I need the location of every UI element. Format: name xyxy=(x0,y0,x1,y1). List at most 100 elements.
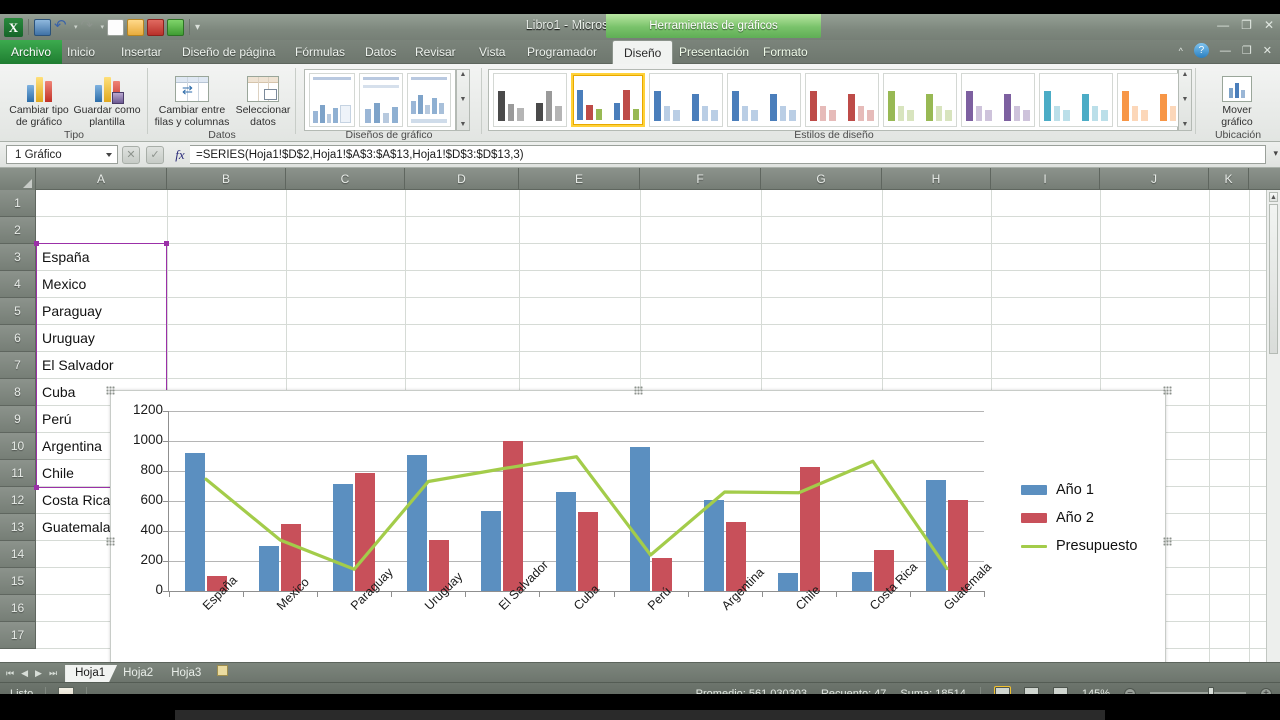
bar-ano1-Uruguay[interactable] xyxy=(407,454,428,591)
chart-style-option-4[interactable] xyxy=(727,73,801,127)
sheet-tab-hoja2[interactable]: Hoja2 xyxy=(113,665,165,682)
tab-insertar[interactable]: Insertar xyxy=(110,40,173,64)
bar-ano1-Paraguay[interactable] xyxy=(333,483,354,591)
bar-ano1-España[interactable] xyxy=(185,453,206,591)
scroll-up-icon[interactable]: ▲ xyxy=(460,71,467,79)
chart-layout-gallery[interactable] xyxy=(304,69,456,131)
window-controls[interactable]: — ❐ ✕ xyxy=(1217,18,1274,32)
chart-handle-tc[interactable] xyxy=(634,386,643,395)
column-header-E[interactable]: E xyxy=(519,168,640,190)
prev-sheet-icon[interactable]: ◀ xyxy=(21,668,28,679)
first-sheet-icon[interactable]: ⏮ xyxy=(6,668,14,679)
chart-style-option-6[interactable] xyxy=(883,73,957,127)
vertical-scroll-thumb[interactable] xyxy=(1269,204,1278,354)
insert-worksheet-button[interactable] xyxy=(209,665,242,682)
range-handle[interactable] xyxy=(34,241,39,246)
scroll-down-icon[interactable]: ▼ xyxy=(1182,96,1189,104)
ribbon-window-controls[interactable]: ^ ? — ❐ ✕ xyxy=(1179,43,1272,58)
change-chart-type-button[interactable]: Cambiar tipo de gráfico xyxy=(2,68,76,128)
row-header-1[interactable]: 1 xyxy=(0,190,36,217)
row-header-9[interactable]: 9 xyxy=(0,406,36,433)
chart-legend[interactable]: Año 1 Año 2 Presupuesto xyxy=(1021,476,1137,560)
scroll-up-icon[interactable]: ▲ xyxy=(1182,71,1189,79)
tab-archivo[interactable]: Archivo xyxy=(0,40,63,64)
row-header-6[interactable]: 6 xyxy=(0,325,36,352)
tab-formulas[interactable]: Fórmulas xyxy=(284,40,356,64)
chart-style-option-2[interactable] xyxy=(571,73,645,127)
tab-vista[interactable]: Vista xyxy=(468,40,516,64)
bar-ano1-Chile[interactable] xyxy=(777,573,798,591)
doc-close-button[interactable]: ✕ xyxy=(1263,44,1272,57)
chevron-down-icon[interactable] xyxy=(106,153,112,157)
bar-ano1-Argentina[interactable] xyxy=(703,499,724,591)
minimize-button[interactable]: — xyxy=(1217,18,1229,32)
help-icon[interactable]: ? xyxy=(1193,43,1209,58)
formula-buttons[interactable]: ✕ ✓ fx xyxy=(122,145,190,164)
select-all-button[interactable] xyxy=(0,168,36,190)
range-handle[interactable] xyxy=(164,241,169,246)
scroll-more-icon[interactable]: ▼ xyxy=(460,121,467,129)
range-handle[interactable] xyxy=(34,485,39,490)
next-sheet-icon[interactable]: ▶ xyxy=(35,668,42,679)
expand-formula-bar-icon[interactable]: ▾ xyxy=(1273,148,1278,159)
column-header-C[interactable]: C xyxy=(286,168,405,190)
tab-datos[interactable]: Datos xyxy=(354,40,407,64)
select-data-button[interactable]: Seleccionar datos xyxy=(232,68,294,128)
column-header-D[interactable]: D xyxy=(405,168,519,190)
scroll-up-icon[interactable]: ▲ xyxy=(1269,192,1278,202)
bar-ano2-Chile[interactable] xyxy=(799,466,820,591)
row-header-12[interactable]: 12 xyxy=(0,487,36,514)
insert-function-icon[interactable]: fx xyxy=(170,147,190,163)
bar-ano1-Perú[interactable] xyxy=(629,447,650,591)
column-header-H[interactable]: H xyxy=(882,168,991,190)
layout-option-3[interactable] xyxy=(407,73,451,127)
tab-diseno-pagina[interactable]: Diseño de página xyxy=(171,40,286,64)
chart-style-option-7[interactable] xyxy=(961,73,1035,127)
row-header-4[interactable]: 4 xyxy=(0,271,36,298)
move-chart-button[interactable]: Mover gráfico xyxy=(1200,68,1274,128)
bar-ano2-El Salvador[interactable] xyxy=(503,441,524,591)
legend-item-3[interactable]: Presupuesto xyxy=(1021,532,1137,560)
save-as-template-button[interactable]: Guardar como plantilla xyxy=(70,68,144,128)
row-header-11[interactable]: 11 xyxy=(0,460,36,487)
row-header-16[interactable]: 16 xyxy=(0,595,36,622)
chart-style-option-3[interactable] xyxy=(649,73,723,127)
row-header-10[interactable]: 10 xyxy=(0,433,36,460)
bar-ano1-Guatemala[interactable] xyxy=(925,480,946,591)
collapse-ribbon-icon[interactable]: ^ xyxy=(1179,46,1183,56)
legend-item-2[interactable]: Año 2 xyxy=(1021,504,1137,532)
bar-ano1-Costa Rica[interactable] xyxy=(851,571,872,591)
chart-style-gallery[interactable] xyxy=(488,69,1191,131)
row-header-13[interactable]: 13 xyxy=(0,514,36,541)
doc-minimize-button[interactable]: — xyxy=(1220,45,1231,57)
chart-object[interactable]: 0 200 400 600 800 1000 1200 España Mexico Paragu… xyxy=(106,386,1172,662)
row-header-17[interactable]: 17 xyxy=(0,622,36,649)
bar-ano1-Mexico[interactable] xyxy=(259,545,280,591)
column-header-I[interactable]: I xyxy=(991,168,1100,190)
accept-formula-button[interactable]: ✓ xyxy=(146,145,164,164)
formula-input[interactable]: =SERIES(Hoja1!$D$2,Hoja1!$A$3:$A$13,Hoja… xyxy=(190,145,1266,164)
bar-ano2-Cuba[interactable] xyxy=(577,512,598,591)
last-sheet-icon[interactable]: ⏭ xyxy=(49,668,57,679)
tab-inicio[interactable]: Inicio xyxy=(56,40,106,64)
chart-handle-ml[interactable] xyxy=(106,537,115,546)
bar-ano1-Cuba[interactable] xyxy=(555,492,576,591)
row-header-14[interactable]: 14 xyxy=(0,541,36,568)
tab-presentacion[interactable]: Presentación xyxy=(668,40,760,64)
bar-ano1-El Salvador[interactable] xyxy=(481,510,502,591)
vertical-scrollbar[interactable]: ▲ xyxy=(1266,190,1280,662)
restore-button[interactable]: ❐ xyxy=(1241,18,1252,32)
chart-style-option-5[interactable] xyxy=(805,73,879,127)
layout-option-1[interactable] xyxy=(309,73,355,127)
column-header-G[interactable]: G xyxy=(761,168,882,190)
doc-restore-button[interactable]: ❐ xyxy=(1242,44,1252,57)
chart-layout-gallery-scroll[interactable]: ▲ ▼ ▼ xyxy=(456,69,470,131)
tab-programador[interactable]: Programador xyxy=(516,40,608,64)
chart-style-gallery-scroll[interactable]: ▲ ▼ ▼ xyxy=(1178,69,1192,131)
scroll-more-icon[interactable]: ▼ xyxy=(1182,121,1189,129)
bar-ano2-Paraguay[interactable] xyxy=(355,472,376,591)
close-button[interactable]: ✕ xyxy=(1264,18,1274,32)
chart-handle-mr[interactable] xyxy=(1163,537,1172,546)
column-header-K[interactable]: K xyxy=(1209,168,1249,190)
row-header-2[interactable]: 2 xyxy=(0,217,36,244)
